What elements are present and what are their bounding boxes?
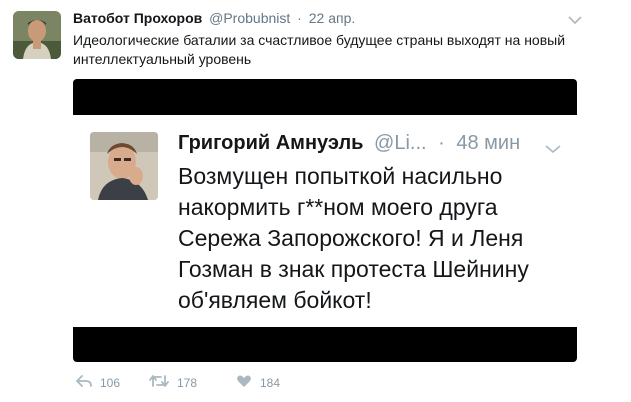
chevron-down-icon[interactable] [568, 12, 582, 25]
embedded-author-handle: @Li... [374, 132, 427, 154]
heart-icon [236, 374, 260, 391]
embedded-separator-dot: · [438, 132, 445, 154]
embedded-timestamp: 48 мин [456, 132, 521, 154]
reply-button[interactable]: 106 [76, 374, 120, 391]
tweet-header: Ватобот Прохоров @Probubnist · 22 апр. [73, 10, 355, 26]
embedded-author-name: Григорий Амнуэль [178, 132, 364, 154]
avatar[interactable] [13, 11, 61, 59]
embedded-avatar [90, 132, 158, 200]
media-image[interactable]: Григорий Амнуэль @Li... · 48 мин Возмуще… [73, 79, 577, 362]
retweet-count: 178 [177, 375, 198, 390]
like-count: 184 [260, 375, 281, 390]
embedded-tweet-screenshot: Григорий Амнуэль @Li... · 48 мин Возмуще… [73, 115, 577, 327]
tweet-text: Идеологические баталии за счастливое буд… [73, 32, 566, 67]
embedded-header: Григорий Амнуэль @Li... · 48 мин [178, 132, 520, 155]
author-handle[interactable]: @Probubnist [209, 10, 290, 26]
tweet[interactable]: Ватобот Прохоров @Probubnist · 22 апр. И… [0, 0, 631, 402]
author-name[interactable]: Ватобот Прохоров [73, 10, 202, 26]
separator-dot: · [297, 10, 302, 26]
chevron-down-icon [545, 141, 561, 154]
reply-count: 106 [100, 375, 121, 390]
embedded-tweet-text: Возмущен попыткой насильно накормить г**… [178, 163, 529, 313]
retweet-icon [149, 374, 177, 391]
timestamp[interactable]: 22 апр. [309, 10, 356, 26]
like-button[interactable]: 184 [236, 374, 280, 391]
retweet-button[interactable]: 178 [149, 374, 197, 391]
reply-icon [76, 374, 100, 391]
